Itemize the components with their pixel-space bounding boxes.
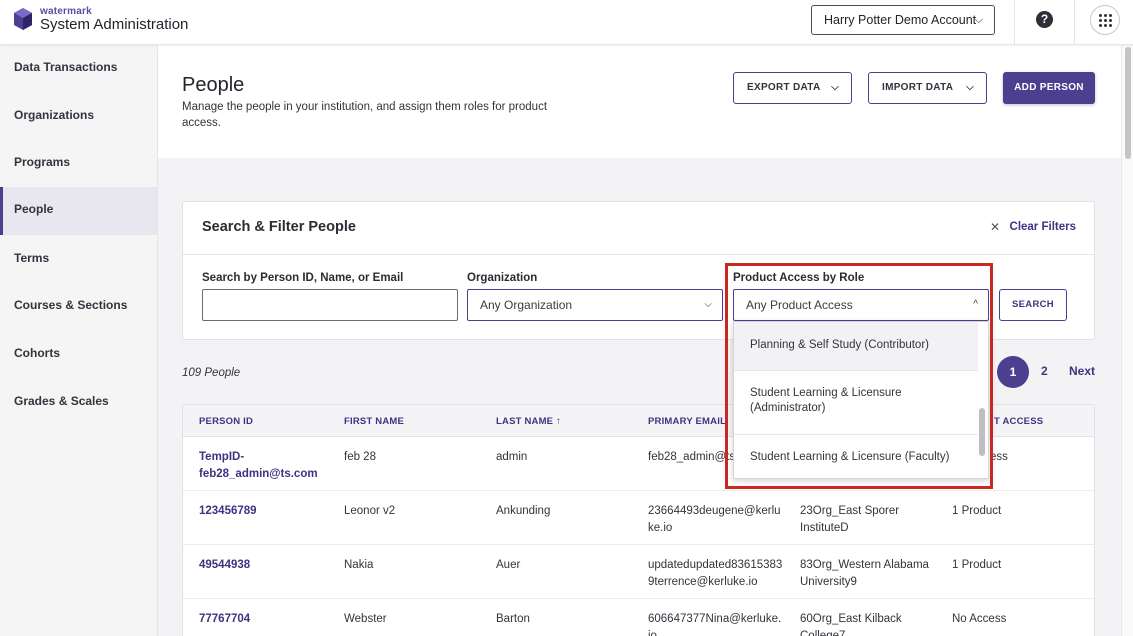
search-input[interactable] xyxy=(202,289,458,321)
export-data-label: EXPORT DATA xyxy=(747,82,821,93)
pagination-page-1[interactable]: 1 xyxy=(997,356,1029,388)
grid-dot xyxy=(1104,19,1107,22)
sidebar-item-data-transactions[interactable]: Data Transactions xyxy=(0,45,157,93)
sidebar-item-people[interactable]: People xyxy=(0,187,157,235)
column-header-product-access[interactable]: T ACCESS xyxy=(994,416,1043,427)
product-access-cell: No Access xyxy=(952,613,1007,625)
scrollbar-thumb[interactable] xyxy=(1125,47,1131,159)
email-cell: 23664493deugene@kerluke.io xyxy=(648,505,781,534)
page-title: People xyxy=(182,74,245,96)
first-name-cell: Webster xyxy=(344,613,387,625)
email-cell: feb28_admin@ts xyxy=(648,451,736,463)
import-data-label: IMPORT DATA xyxy=(882,82,954,93)
grid-dot xyxy=(1109,14,1112,17)
grid-dot xyxy=(1104,14,1107,17)
divider xyxy=(1014,0,1015,45)
help-icon[interactable]: ? xyxy=(1036,11,1053,28)
filter-card: Search & Filter People ✕ Clear Filters S… xyxy=(182,201,1095,340)
organization-cell: 23Org_East Sporer InstituteD xyxy=(800,505,900,534)
chevron-down-icon: ⌵ xyxy=(831,82,839,93)
product-access-cell: 1 Product xyxy=(952,559,1002,571)
table-row: 123456789 Leonor v2 Ankunding 23664493de… xyxy=(183,491,1094,545)
results-count: 109 People xyxy=(182,367,241,379)
search-label: Search by Person ID, Name, or Email xyxy=(202,272,404,284)
sidebar-item-terms[interactable]: Terms xyxy=(0,236,157,284)
product-access-value: Any Product Access xyxy=(746,298,853,312)
divider xyxy=(183,254,1094,255)
chevron-down-icon: ⌵ xyxy=(704,299,712,310)
pagination-next[interactable]: Next xyxy=(1069,364,1095,378)
pagination-page-2[interactable]: 2 xyxy=(1041,364,1048,378)
product-access-cell: 1 Product xyxy=(952,505,1002,517)
first-name-cell: feb 28 xyxy=(344,451,376,463)
close-icon[interactable]: ✕ xyxy=(990,220,1000,234)
product-access-cell: ess xyxy=(990,451,1008,463)
import-data-button[interactable]: IMPORT DATA ⌵ xyxy=(868,72,987,104)
dropdown-scrollbar-thumb[interactable] xyxy=(979,408,985,456)
page-description: Manage the people in your institution, a… xyxy=(182,101,548,129)
organization-select[interactable]: Any Organization ⌵ xyxy=(467,289,723,321)
email-cell: 606647377Nina@kerluke.io xyxy=(648,613,782,636)
sidebar-item-courses-sections[interactable]: Courses & Sections xyxy=(0,283,157,331)
organization-cell: 83Org_Western Alabama University9 xyxy=(800,559,929,588)
app-title: System Administration xyxy=(40,16,189,33)
organization-value: Any Organization xyxy=(480,298,573,312)
chevron-down-icon: ⌵ xyxy=(974,14,983,26)
filter-title: Search & Filter People xyxy=(202,219,356,235)
account-name: Harry Potter Demo Account xyxy=(824,13,977,27)
dropdown-option[interactable]: Student Learning & Licensure (Administra… xyxy=(734,371,934,434)
add-person-button[interactable]: ADD PERSON xyxy=(1003,72,1095,104)
column-header-person-id[interactable]: PERSON ID xyxy=(199,416,253,427)
search-button[interactable]: SEARCH xyxy=(999,289,1067,321)
app-launcher-icon[interactable] xyxy=(1090,5,1120,35)
grid-dot xyxy=(1104,24,1107,27)
first-name-cell: Nakia xyxy=(344,559,374,571)
column-header-primary-email[interactable]: PRIMARY EMAIL xyxy=(648,416,726,427)
account-selector[interactable]: Harry Potter Demo Account ⌵ xyxy=(811,5,995,35)
page-scrollbar[interactable] xyxy=(1121,45,1133,636)
sidebar-item-organizations[interactable]: Organizations xyxy=(0,93,157,141)
chevron-up-icon: ^ xyxy=(973,299,978,310)
top-bar: watermark System Administration Harry Po… xyxy=(0,0,1133,45)
last-name-cell: Auer xyxy=(496,559,521,571)
organization-cell: 60Org_East Kilback College7 xyxy=(800,613,902,636)
dropdown-option[interactable]: Student Learning & Licensure (Faculty) xyxy=(734,435,978,478)
last-name-cell: admin xyxy=(496,451,528,463)
product-access-select[interactable]: Any Product Access ^ xyxy=(733,289,989,321)
person-id-link[interactable]: TempID-feb28_admin@ts.com xyxy=(199,449,329,483)
product-access-label: Product Access by Role xyxy=(733,272,865,284)
person-id-link[interactable]: 123456789 xyxy=(199,503,329,520)
clear-filters-link[interactable]: Clear Filters xyxy=(1010,221,1076,233)
column-header-first-name[interactable]: FIRST NAME xyxy=(344,416,404,427)
last-name-cell: Ankunding xyxy=(496,505,551,517)
sidebar-item-grades-scales[interactable]: Grades & Scales xyxy=(0,379,157,427)
column-header-last-name[interactable]: LAST NAME ↑ xyxy=(496,416,561,427)
table-row: 49544938 Nakia Auer updatedupdated836153… xyxy=(183,545,1094,599)
grid-dot xyxy=(1099,14,1102,17)
sidebar-item-cohorts[interactable]: Cohorts xyxy=(0,331,157,379)
grid-dot xyxy=(1109,24,1112,27)
last-name-cell: Barton xyxy=(496,613,530,625)
sidebar-item-programs[interactable]: Programs xyxy=(0,140,157,188)
person-id-link[interactable]: 77767704 xyxy=(199,611,329,628)
grid-dot xyxy=(1109,19,1112,22)
first-name-cell: Leonor v2 xyxy=(344,505,396,517)
email-cell: updatedupdated836153839terrence@kerluke.… xyxy=(648,559,783,588)
page-header: People Manage the people in your institu… xyxy=(158,45,1121,158)
person-id-link[interactable]: 49544938 xyxy=(199,557,329,574)
divider xyxy=(1074,0,1075,45)
chevron-down-icon: ⌵ xyxy=(966,82,974,93)
table-row: 77767704 Webster Barton 606647377Nina@ke… xyxy=(183,599,1094,636)
grid-dot xyxy=(1099,19,1102,22)
organization-label: Organization xyxy=(467,272,538,284)
dropdown-option[interactable]: Planning & Self Study (Contributor) xyxy=(734,322,978,370)
watermark-logo-icon xyxy=(14,8,32,30)
sidebar-nav: Data Transactions Organizations Programs… xyxy=(0,45,158,636)
product-access-dropdown-menu: Planning & Self Study (Contributor) Stud… xyxy=(733,321,989,479)
grid-dot xyxy=(1099,24,1102,27)
export-data-button[interactable]: EXPORT DATA ⌵ xyxy=(733,72,852,104)
